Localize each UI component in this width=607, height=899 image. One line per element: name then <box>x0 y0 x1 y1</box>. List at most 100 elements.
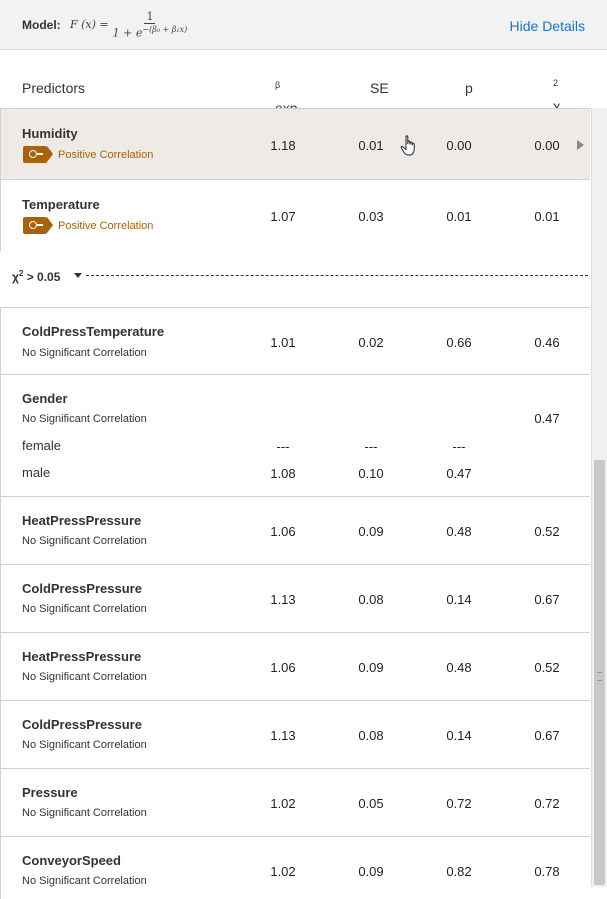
model-label: Model: <box>22 18 61 32</box>
table-row[interactable]: ColdPressPressure No Significant Correla… <box>0 565 590 633</box>
model-formula: F (x) = 1 1 + e−(β₀ + β₁x) <box>70 10 187 40</box>
se-value: 0.08 <box>358 592 384 607</box>
se-value: --- <box>364 439 378 454</box>
formula-numerator: 1 <box>144 10 156 24</box>
col-predictors[interactable]: Predictors <box>22 80 85 96</box>
correlation-label: No Significant Correlation <box>22 347 147 359</box>
se-value: 0.09 <box>358 524 384 539</box>
exp-value: 1.02 <box>270 796 296 811</box>
correlation-label: No Significant Correlation <box>22 875 147 887</box>
se-value: 0.09 <box>358 660 384 675</box>
chi-value: 0.52 <box>534 660 560 675</box>
table-row[interactable]: Temperature Positive Correlation 1.07 0.… <box>0 180 590 251</box>
se-value: 0.02 <box>358 335 384 350</box>
p-value: 0.14 <box>446 592 472 607</box>
key-icon <box>23 146 53 163</box>
p-value: 0.66 <box>446 335 472 350</box>
correlation-label: No Significant Correlation <box>22 739 147 751</box>
scrollbar-thumb[interactable] <box>594 460 605 885</box>
chi-value: 0.01 <box>534 209 560 224</box>
key-icon <box>23 217 53 234</box>
triangle-right-icon[interactable] <box>577 140 584 150</box>
table-row[interactable]: HeatPressPressure No Significant Correla… <box>0 497 590 565</box>
exp-value: 1.13 <box>270 592 296 607</box>
predictor-name: Temperature <box>22 197 100 212</box>
level-name: male <box>22 465 51 480</box>
correlation-label: No Significant Correlation <box>22 603 147 615</box>
table-row[interactable]: HeatPressPressure No Significant Correla… <box>0 633 590 701</box>
predictor-name: ColdPressPressure <box>22 717 142 732</box>
col-p[interactable]: p <box>465 80 473 96</box>
table-row[interactable]: ConveyorSpeed No Significant Correlation… <box>0 837 590 899</box>
cutoff-divider <box>86 275 588 276</box>
se-value: 0.10 <box>358 466 384 481</box>
col-chi[interactable]: χ2 <box>553 78 560 114</box>
col-chi-sup: 2 <box>553 78 559 88</box>
chi-value: 0.67 <box>534 592 560 607</box>
exp-value: 1.13 <box>270 728 296 743</box>
level-name: female <box>22 438 62 453</box>
p-value: 0.47 <box>446 466 472 481</box>
predictor-name: HeatPressPressure <box>22 513 142 528</box>
se-value: 0.03 <box>358 209 384 224</box>
col-exp[interactable]: exp β <box>275 80 298 116</box>
chi-value: 0.00 <box>534 138 560 153</box>
correlation-label: Positive Correlation <box>58 149 154 161</box>
chi-value: 0.67 <box>534 728 560 743</box>
correlation-label: No Significant Correlation <box>22 535 147 547</box>
formula-denominator: 1 + e−(β₀ + β₁x) <box>113 24 188 40</box>
p-value: --- <box>452 439 466 454</box>
predictor-name: ColdPressPressure <box>22 581 142 596</box>
se-value: 0.08 <box>358 728 384 743</box>
p-value: 0.14 <box>446 728 472 743</box>
table-row[interactable]: ColdPressPressure No Significant Correla… <box>0 701 590 769</box>
chi-value: 0.72 <box>534 796 560 811</box>
predictor-name: Pressure <box>22 785 78 800</box>
exp-value: 1.08 <box>270 466 296 481</box>
formula-exponent: −(β₀ + β₁x) <box>142 25 188 34</box>
exp-value: 1.07 <box>270 209 296 224</box>
correlation-label: No Significant Correlation <box>22 413 147 425</box>
predictors-table: Humidity Positive Correlation 1.18 0.01 … <box>0 108 590 899</box>
triangle-down-icon[interactable] <box>74 273 82 278</box>
exp-value: 1.06 <box>270 660 296 675</box>
vertical-scrollbar[interactable] <box>591 108 607 887</box>
exp-value: --- <box>276 439 290 454</box>
significance-cutoff[interactable]: χ2 > 0.05 <box>0 251 590 307</box>
predictor-name: Gender <box>22 391 68 406</box>
exp-value: 1.01 <box>270 335 296 350</box>
formula-fraction: 1 1 + e−(β₀ + β₁x) <box>113 10 188 40</box>
p-value: 0.48 <box>446 660 472 675</box>
correlation-label: No Significant Correlation <box>22 807 147 819</box>
table-row[interactable]: Gender No Significant Correlation 0.47 f… <box>0 375 590 497</box>
formula-lhs: F (x) = <box>70 18 109 32</box>
table-row[interactable]: ColdPressTemperature No Significant Corr… <box>0 307 590 375</box>
se-value: 0.09 <box>358 864 384 879</box>
predictor-name: HeatPressPressure <box>22 649 142 664</box>
predictor-name: Humidity <box>22 126 78 141</box>
p-value: 0.82 <box>446 864 472 879</box>
correlation-label: Positive Correlation <box>58 220 154 232</box>
cutoff-label: χ2 > 0.05 <box>12 269 60 284</box>
col-se[interactable]: SE <box>370 80 389 96</box>
cutoff-text: > 0.05 <box>23 270 61 284</box>
col-exp-sup: β <box>275 80 281 90</box>
formula-den-base: 1 + e <box>112 26 143 40</box>
correlation-label: No Significant Correlation <box>22 671 147 683</box>
exp-value: 1.18 <box>270 138 296 153</box>
chi-value: 0.52 <box>534 524 560 539</box>
model-header: Model: F (x) = 1 1 + e−(β₀ + β₁x) Hide D… <box>0 0 607 50</box>
chi-value: 0.47 <box>534 411 560 426</box>
exp-value: 1.06 <box>270 524 296 539</box>
table-row[interactable]: Pressure No Significant Correlation 1.02… <box>0 769 590 837</box>
cutoff-symbol: χ <box>12 270 19 284</box>
hide-details-link[interactable]: Hide Details <box>510 18 585 34</box>
se-value: 0.01 <box>358 138 384 153</box>
table-row[interactable]: Humidity Positive Correlation 1.18 0.01 … <box>0 109 590 180</box>
exp-value: 1.02 <box>270 864 296 879</box>
p-value: 0.72 <box>446 796 472 811</box>
p-value: 0.01 <box>446 209 472 224</box>
predictor-name: ColdPressTemperature <box>22 324 165 339</box>
chi-value: 0.78 <box>534 864 560 879</box>
p-value: 0.48 <box>446 524 472 539</box>
